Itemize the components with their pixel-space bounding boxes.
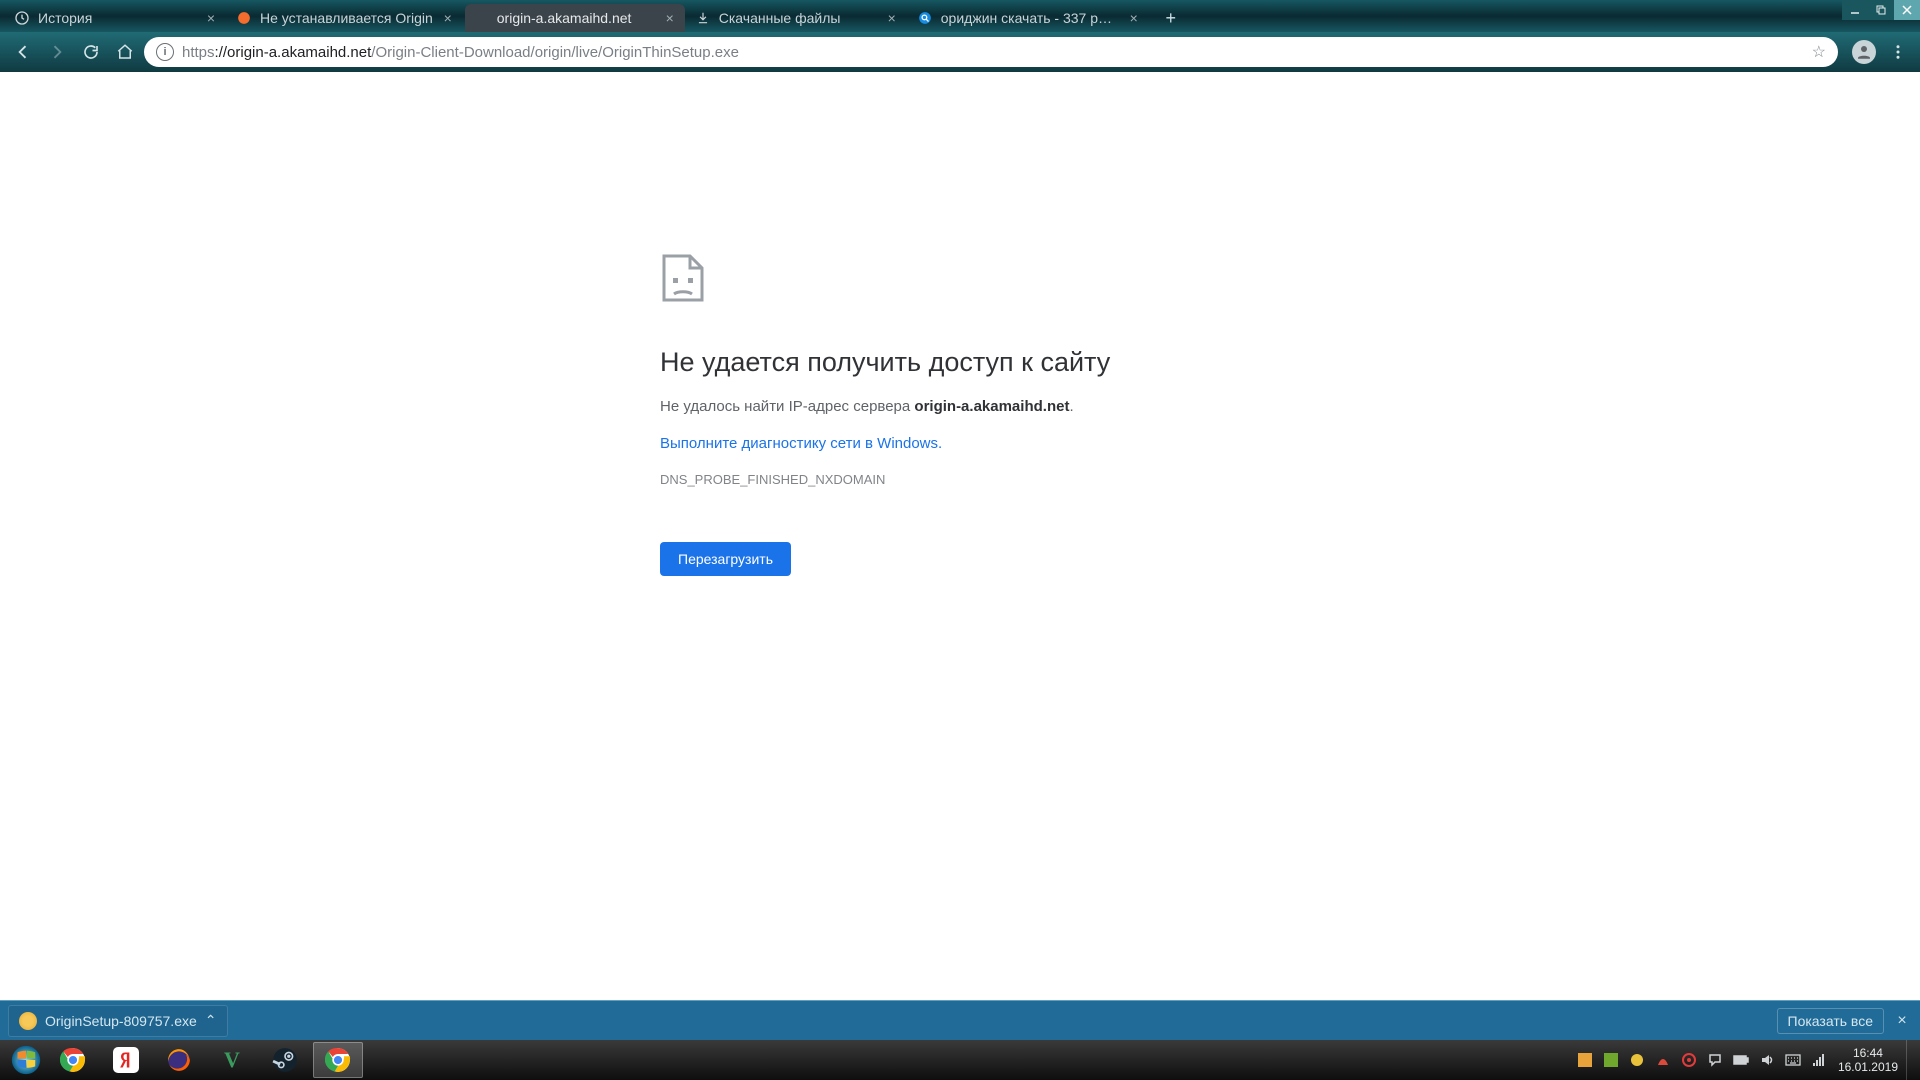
error-summary: Не удалось найти IP-адрес сервера origin… <box>660 398 1260 415</box>
url-text: https://origin-a.akamaihd.net/Origin-Cli… <box>182 44 1804 61</box>
browser-toolbar: i https://origin-a.akamaihd.net/Origin-C… <box>0 32 1920 72</box>
close-icon[interactable]: × <box>204 11 218 25</box>
tray-keyboard-icon[interactable] <box>1784 1051 1802 1069</box>
taskbar-firefox-icon[interactable] <box>154 1042 204 1078</box>
tab-current-error[interactable]: origin-a.akamaihd.net × <box>465 4 685 32</box>
windows-taskbar: V 16:44 16.01.2019 <box>0 1040 1920 1080</box>
tab-label: История <box>38 10 196 26</box>
tray-app-icon[interactable] <box>1680 1051 1698 1069</box>
maximize-button[interactable] <box>1868 0 1894 20</box>
taskbar-gta-icon[interactable]: V <box>207 1042 257 1078</box>
site-info-icon[interactable]: i <box>156 43 174 61</box>
history-icon <box>14 10 30 26</box>
mailru-search-icon <box>917 10 933 26</box>
tab-label: origin-a.akamaihd.net <box>497 10 655 26</box>
toolbar-right <box>1852 38 1912 66</box>
show-desktop-button[interactable] <box>1906 1040 1916 1080</box>
error-title: Не удается получить доступ к сайту <box>660 344 1260 380</box>
taskbar-steam-icon[interactable] <box>260 1042 310 1078</box>
system-tray <box>1576 1051 1830 1069</box>
tray-battery-icon[interactable] <box>1732 1051 1750 1069</box>
tab-history[interactable]: История × <box>6 4 226 32</box>
page-content: Не удается получить доступ к сайту Не уд… <box>0 72 1920 1000</box>
tray-app-icon[interactable] <box>1576 1051 1594 1069</box>
origin-icon <box>236 10 252 26</box>
show-all-downloads-button[interactable]: Показать все <box>1777 1008 1884 1034</box>
taskbar-clock[interactable]: 16:44 16.01.2019 <box>1830 1046 1906 1075</box>
close-icon[interactable]: × <box>1127 11 1141 25</box>
home-button[interactable] <box>110 37 140 67</box>
sad-page-icon <box>660 252 1260 304</box>
chevron-up-icon[interactable]: ⌃ <box>205 1012 217 1029</box>
taskbar-yandex-icon[interactable] <box>101 1042 151 1078</box>
tray-app-icon[interactable] <box>1654 1051 1672 1069</box>
bookmark-star-icon[interactable]: ☆ <box>1812 42 1826 62</box>
reload-page-button[interactable]: Перезагрузить <box>660 542 791 576</box>
error-code: DNS_PROBE_FINISHED_NXDOMAIN <box>660 472 1260 487</box>
close-icon[interactable]: × <box>441 11 455 25</box>
window-controls <box>1842 0 1920 20</box>
address-bar[interactable]: i https://origin-a.akamaihd.net/Origin-C… <box>144 37 1838 67</box>
chrome-error-interstitial: Не удается получить доступ к сайту Не уд… <box>660 252 1260 1000</box>
back-button[interactable] <box>8 37 38 67</box>
tab-search-origin[interactable]: ориджин скачать - 337 результ... × <box>909 4 1149 32</box>
start-button[interactable] <box>4 1040 48 1080</box>
chrome-menu-icon[interactable] <box>1884 38 1912 66</box>
tab-origin-forum[interactable]: Не устанавливается Origin × <box>228 4 463 32</box>
pinned-apps: V <box>48 1042 363 1078</box>
tray-wifi-icon[interactable] <box>1810 1051 1828 1069</box>
new-tab-button[interactable]: + <box>1157 6 1185 30</box>
download-file-icon <box>19 1012 37 1030</box>
minimize-button[interactable] <box>1842 0 1868 20</box>
browser-tabs-strip: История × Не устанавливается Origin × or… <box>0 0 1920 32</box>
download-shelf: OriginSetup-809757.exe ⌃ Показать все × <box>0 1000 1920 1040</box>
diagnose-network-link[interactable]: Выполните диагностику сети в Windows. <box>660 435 942 452</box>
tab-downloads[interactable]: Скачанные файлы × <box>687 4 907 32</box>
download-icon <box>695 10 711 26</box>
forward-button[interactable] <box>42 37 72 67</box>
tray-nvidia-icon[interactable] <box>1602 1051 1620 1069</box>
close-icon[interactable]: × <box>663 11 677 25</box>
close-shelf-icon[interactable]: × <box>1888 1012 1916 1030</box>
tab-label: Не устанавливается Origin <box>260 10 433 26</box>
close-icon[interactable]: × <box>885 11 899 25</box>
close-window-button[interactable] <box>1894 0 1920 20</box>
tab-label: ориджин скачать - 337 результ... <box>941 10 1119 26</box>
tab-label: Скачанные файлы <box>719 10 877 26</box>
profile-avatar-icon[interactable] <box>1852 40 1876 64</box>
taskbar-chrome-active-icon[interactable] <box>313 1042 363 1078</box>
tray-action-center-icon[interactable] <box>1706 1051 1724 1069</box>
blank-page-icon <box>473 10 489 26</box>
tray-volume-icon[interactable] <box>1758 1051 1776 1069</box>
taskbar-chrome-icon[interactable] <box>48 1042 98 1078</box>
download-filename: OriginSetup-809757.exe <box>45 1013 197 1029</box>
reload-button[interactable] <box>76 37 106 67</box>
download-item[interactable]: OriginSetup-809757.exe ⌃ <box>8 1005 228 1037</box>
tray-app-icon[interactable] <box>1628 1051 1646 1069</box>
